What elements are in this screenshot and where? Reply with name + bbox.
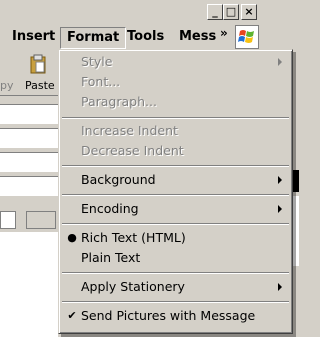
submenu-arrow-icon xyxy=(278,283,282,291)
toolbar-partial-label: py xyxy=(0,79,14,92)
menu-item-font[interactable]: Font... xyxy=(61,72,290,92)
submenu-arrow-icon xyxy=(278,205,282,213)
font-controls-row xyxy=(0,208,58,230)
menu-item-label: Plain Text xyxy=(81,250,141,265)
menu-item-apply-stationery[interactable]: Apply Stationery xyxy=(61,277,290,297)
menu-item-decrease-indent[interactable]: Decrease Indent xyxy=(61,141,290,161)
font-size-dropdown[interactable] xyxy=(26,211,56,229)
menu-item-plain-text[interactable]: Plain Text xyxy=(61,248,290,268)
menu-message[interactable]: Mess xyxy=(173,27,222,47)
header-field-1[interactable] xyxy=(0,104,58,124)
menu-separator xyxy=(62,165,289,167)
menu-item-encoding[interactable]: Encoding xyxy=(61,199,290,219)
toolbar: py Paste xyxy=(0,49,58,96)
menu-item-label: Background xyxy=(81,172,156,187)
menu-item-background[interactable]: Background xyxy=(61,170,290,190)
menu-item-label: Rich Text (HTML) xyxy=(81,230,186,245)
menu-separator xyxy=(62,272,289,274)
header-field-4[interactable] xyxy=(0,176,58,196)
menu-separator xyxy=(62,223,289,225)
maximize-button[interactable]: □ xyxy=(223,4,239,20)
menu-item-label: Apply Stationery xyxy=(81,279,185,294)
menu-item-style[interactable]: Style xyxy=(61,52,290,72)
header-field-2[interactable] xyxy=(0,128,58,148)
minimize-button[interactable]: _ xyxy=(207,4,223,20)
paste-icon xyxy=(30,54,46,74)
menu-item-label: Decrease Indent xyxy=(81,143,184,158)
menu-item-label: Style xyxy=(81,54,113,69)
menu-separator xyxy=(62,194,289,196)
checkmark-icon: ✔ xyxy=(67,309,77,322)
menu-item-paragraph[interactable]: Paragraph... xyxy=(61,92,290,112)
menu-overflow-chevron[interactable]: » xyxy=(220,26,228,40)
menu-item-label: Increase Indent xyxy=(81,123,178,138)
menu-format[interactable]: Format xyxy=(60,27,127,49)
radio-bullet-icon: ● xyxy=(67,231,77,244)
menu-item-label: Paragraph... xyxy=(81,94,157,109)
format-menu: Style Font... Paragraph... Increase Inde… xyxy=(58,49,293,334)
submenu-arrow-icon xyxy=(278,176,282,184)
message-body[interactable] xyxy=(0,232,58,337)
menu-insert[interactable]: Insert xyxy=(6,27,61,47)
menu-separator xyxy=(62,301,289,303)
menu-item-label: Send Pictures with Message xyxy=(81,308,256,323)
menu-item-increase-indent[interactable]: Increase Indent xyxy=(61,121,290,141)
close-button[interactable]: × xyxy=(241,4,257,20)
menu-tools[interactable]: Tools xyxy=(121,27,170,47)
menu-item-send-pictures[interactable]: ✔ Send Pictures with Message xyxy=(61,306,290,326)
submenu-arrow-icon xyxy=(278,58,282,66)
menu-separator xyxy=(62,117,289,119)
paste-label: Paste xyxy=(25,79,55,92)
menu-item-label: Encoding xyxy=(81,201,139,216)
header-field-3[interactable] xyxy=(0,152,58,172)
menu-item-label: Font... xyxy=(81,74,121,89)
paste-button[interactable]: Paste xyxy=(24,51,58,95)
windows-logo-icon xyxy=(235,25,259,49)
menu-bar: Insert Format Tools Mess » xyxy=(0,25,299,49)
menu-item-rich-text[interactable]: ● Rich Text (HTML) xyxy=(61,228,290,248)
font-name-dropdown[interactable] xyxy=(0,211,16,229)
